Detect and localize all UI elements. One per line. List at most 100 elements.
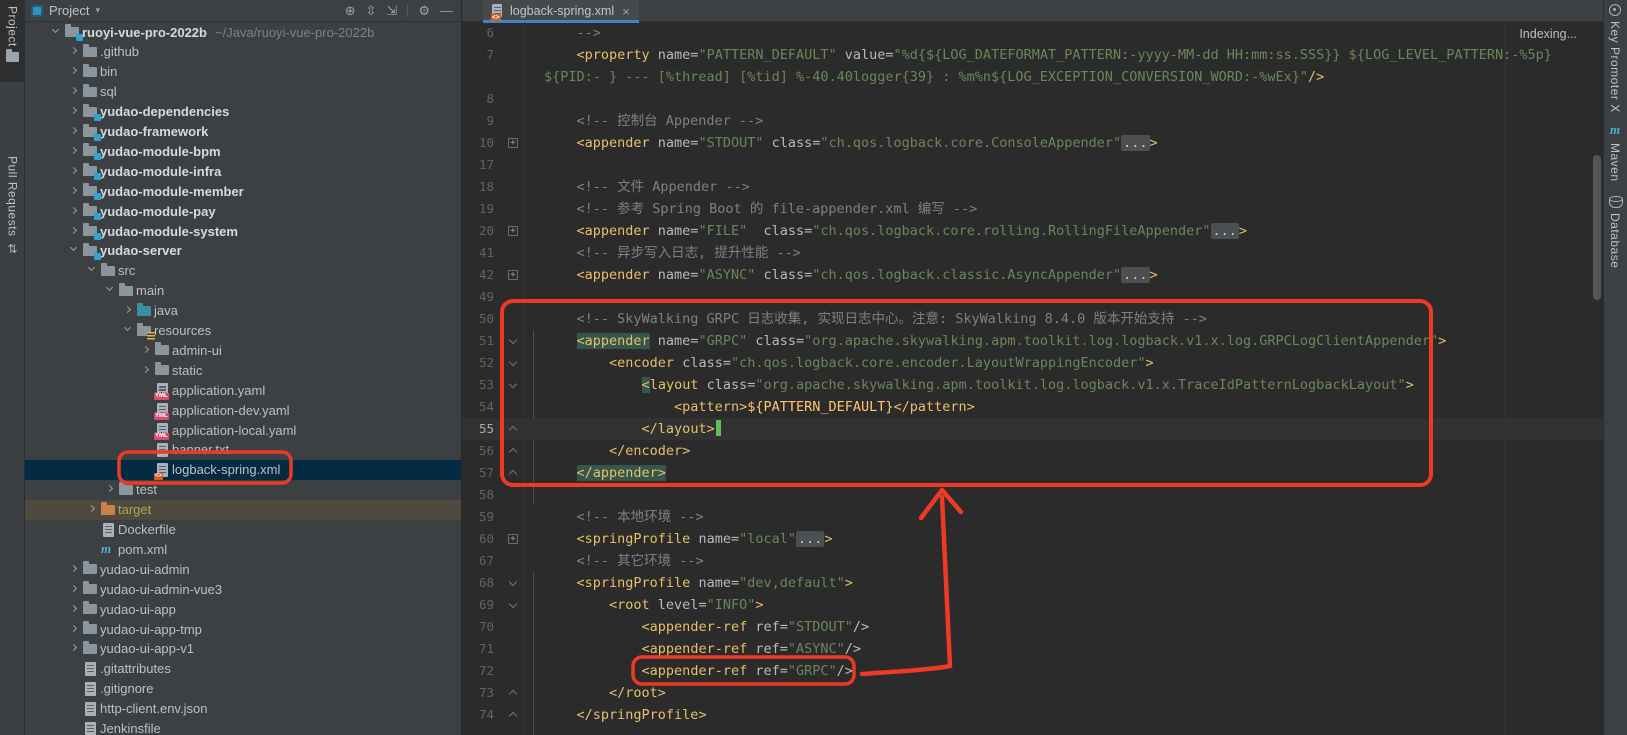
- code-line-70[interactable]: 70 <appender-ref ref="STDOUT"/>: [462, 616, 1603, 638]
- tree-row-yudao-ui-app[interactable]: yudao-ui-app: [25, 599, 461, 619]
- code-line-49[interactable]: 49: [462, 286, 1603, 308]
- chevron-down-icon[interactable]: [85, 263, 100, 278]
- code-line-17[interactable]: 17: [462, 154, 1603, 176]
- chevron-right-icon[interactable]: [67, 64, 82, 79]
- chevron-right-icon[interactable]: [67, 204, 82, 219]
- collapse-all-icon[interactable]: ⇲: [386, 4, 397, 17]
- chevron-right-icon[interactable]: [67, 44, 82, 59]
- code-line-72[interactable]: 72 <appender-ref ref="GRPC"/>: [462, 660, 1603, 682]
- fold-open-icon[interactable]: [509, 578, 517, 586]
- tree-row-logback-spring-xml[interactable]: <>logback-spring.xml: [25, 460, 461, 480]
- code-line-8[interactable]: 8: [462, 88, 1603, 110]
- code-line-59[interactable]: 59 <!-- 本地环境 -->: [462, 506, 1603, 528]
- fold-close-icon[interactable]: [509, 712, 517, 720]
- tree-row-yudao-ui-admin[interactable]: yudao-ui-admin: [25, 559, 461, 579]
- chevron-right-icon[interactable]: [67, 184, 82, 199]
- locate-file-icon[interactable]: ⊕: [345, 4, 356, 17]
- tree-row-admin-ui[interactable]: admin-ui: [25, 340, 461, 360]
- editor-tab-logback-spring[interactable]: <> logback-spring.xml ×: [483, 0, 639, 22]
- code-line-54[interactable]: 54 <pattern>${PATTERN_DEFAULT}</pattern>: [462, 396, 1603, 418]
- fold-expand-icon[interactable]: +: [508, 138, 518, 148]
- tool-window-button-database[interactable]: Database: [1603, 196, 1627, 268]
- tree-row-sql[interactable]: sql: [25, 82, 461, 102]
- fold-expand-icon[interactable]: +: [508, 226, 518, 236]
- chevron-right-icon[interactable]: [139, 343, 154, 358]
- code-line-67[interactable]: 67 <!-- 其它环境 -->: [462, 550, 1603, 572]
- code-line-20[interactable]: 20+ <appender name="FILE" class="ch.qos.…: [462, 220, 1603, 242]
- tree-row-yudao-dependencies[interactable]: yudao-dependencies: [25, 102, 461, 122]
- tool-window-button-project[interactable]: Project: [0, 0, 25, 82]
- fold-close-icon[interactable]: [509, 690, 517, 698]
- tree-row-yudao-ui-app-tmp[interactable]: yudao-ui-app-tmp: [25, 619, 461, 639]
- tree-row-jenkinsfile[interactable]: Jenkinsfile: [25, 719, 461, 735]
- chevron-down-icon[interactable]: [121, 323, 136, 338]
- code-line-60[interactable]: 60+ <springProfile name="local"...>: [462, 528, 1603, 550]
- code-line-19[interactable]: 19 <!-- 参考 Spring Boot 的 file-appender.x…: [462, 198, 1603, 220]
- tool-window-button-pull-requests[interactable]: Pull Requests ⇅: [0, 150, 25, 325]
- code-line-41[interactable]: 41 <!-- 异步写入日志, 提升性能 -->: [462, 242, 1603, 264]
- hide-panel-icon[interactable]: —: [440, 4, 453, 17]
- tree-row-pom-xml[interactable]: mpom.xml: [25, 539, 461, 559]
- tree-row-yudao-server[interactable]: yudao-server: [25, 241, 461, 261]
- code-line-56[interactable]: 56 </encoder>: [462, 440, 1603, 462]
- code-line-58[interactable]: 58: [462, 484, 1603, 506]
- code-line-74[interactable]: 74 </springProfile>: [462, 704, 1603, 726]
- tree-row-ruoyi-vue-pro-2022b[interactable]: ruoyi-vue-pro-2022b~/Java/ruoyi-vue-pro-…: [25, 22, 461, 42]
- fold-close-icon[interactable]: [509, 470, 517, 478]
- code-line-7[interactable]: 7 <property name="PATTERN_DEFAULT" value…: [462, 44, 1603, 66]
- tree-row-application-yaml[interactable]: YMLapplication.yaml: [25, 380, 461, 400]
- chevron-right-icon[interactable]: [67, 582, 82, 597]
- tree-row-yudao-module-infra[interactable]: yudao-module-infra: [25, 161, 461, 181]
- code-line-57[interactable]: 57 </appender>: [462, 462, 1603, 484]
- chevron-right-icon[interactable]: [67, 622, 82, 637]
- chevron-right-icon[interactable]: [103, 482, 118, 497]
- close-icon[interactable]: ×: [622, 4, 630, 19]
- fold-open-icon[interactable]: [509, 336, 517, 344]
- chevron-right-icon[interactable]: [139, 363, 154, 378]
- tree-row-bin[interactable]: bin: [25, 62, 461, 82]
- fold-close-icon[interactable]: [509, 426, 517, 434]
- code-line-52[interactable]: 52 <encoder class="ch.qos.logback.core.e…: [462, 352, 1603, 374]
- chevron-down-icon[interactable]: [103, 283, 118, 298]
- code-line-68[interactable]: 68 <springProfile name="dev,default">: [462, 572, 1603, 594]
- fold-open-icon[interactable]: [509, 358, 517, 366]
- tree-row-test[interactable]: test: [25, 480, 461, 500]
- tool-window-button-key-promoter[interactable]: Key Promoter X: [1603, 4, 1627, 113]
- code-line-71[interactable]: 71 <appender-ref ref="ASYNC"/>: [462, 638, 1603, 660]
- code-line-9[interactable]: 9 <!-- 控制台 Appender -->: [462, 110, 1603, 132]
- tree-row-banner-txt[interactable]: banner.txt: [25, 440, 461, 460]
- chevron-right-icon[interactable]: [85, 502, 100, 517]
- chevron-right-icon[interactable]: [121, 303, 136, 318]
- code-line-53[interactable]: 53 <layout class="org.apache.skywalking.…: [462, 374, 1603, 396]
- chevron-right-icon[interactable]: [67, 641, 82, 656]
- chevron-right-icon[interactable]: [67, 602, 82, 617]
- code-line-42[interactable]: 42+ <appender name="ASYNC" class="ch.qos…: [462, 264, 1603, 286]
- tree-row-application-local-yaml[interactable]: YMLapplication-local.yaml: [25, 420, 461, 440]
- tree-row-yudao-module-bpm[interactable]: yudao-module-bpm: [25, 141, 461, 161]
- tree-row-main[interactable]: main: [25, 281, 461, 301]
- chevron-right-icon[interactable]: [67, 144, 82, 159]
- code-editor[interactable]: 6 -->7 <property name="PATTERN_DEFAULT" …: [462, 22, 1603, 735]
- code-line-50[interactable]: 50 <!-- SkyWalking GRPC 日志收集, 实现日志中心。注意:…: [462, 308, 1603, 330]
- chevron-down-icon[interactable]: [67, 243, 82, 258]
- tree-row-yudao-module-member[interactable]: yudao-module-member: [25, 181, 461, 201]
- fold-open-icon[interactable]: [509, 380, 517, 388]
- code-line-69[interactable]: 69 <root level="INFO">: [462, 594, 1603, 616]
- tree-row-dockerfile[interactable]: Dockerfile: [25, 520, 461, 540]
- tree-row--gitignore[interactable]: .gitignore: [25, 679, 461, 699]
- tree-row-yudao-module-system[interactable]: yudao-module-system: [25, 221, 461, 241]
- tree-row-resources[interactable]: resources: [25, 321, 461, 341]
- gear-icon[interactable]: ⚙: [418, 4, 430, 17]
- code-line-10[interactable]: 10+ <appender name="STDOUT" class="ch.qo…: [462, 132, 1603, 154]
- tree-row-yudao-module-pay[interactable]: yudao-module-pay: [25, 201, 461, 221]
- fold-expand-icon[interactable]: +: [508, 270, 518, 280]
- code-line-73[interactable]: 73 </root>: [462, 682, 1603, 704]
- code-line-wrap[interactable]: ${PID:- } --- [%thread] [%tid] %-40.40lo…: [462, 66, 1603, 88]
- chevron-right-icon[interactable]: [67, 104, 82, 119]
- fold-open-icon[interactable]: [509, 600, 517, 608]
- tool-window-button-maven[interactable]: m Maven: [1603, 122, 1627, 182]
- code-line-55[interactable]: 55 </layout>: [462, 418, 1603, 440]
- tree-row-yudao-ui-admin-vue3[interactable]: yudao-ui-admin-vue3: [25, 579, 461, 599]
- project-panel-title[interactable]: Project: [49, 3, 89, 18]
- tree-row-yudao-ui-app-v1[interactable]: yudao-ui-app-v1: [25, 639, 461, 659]
